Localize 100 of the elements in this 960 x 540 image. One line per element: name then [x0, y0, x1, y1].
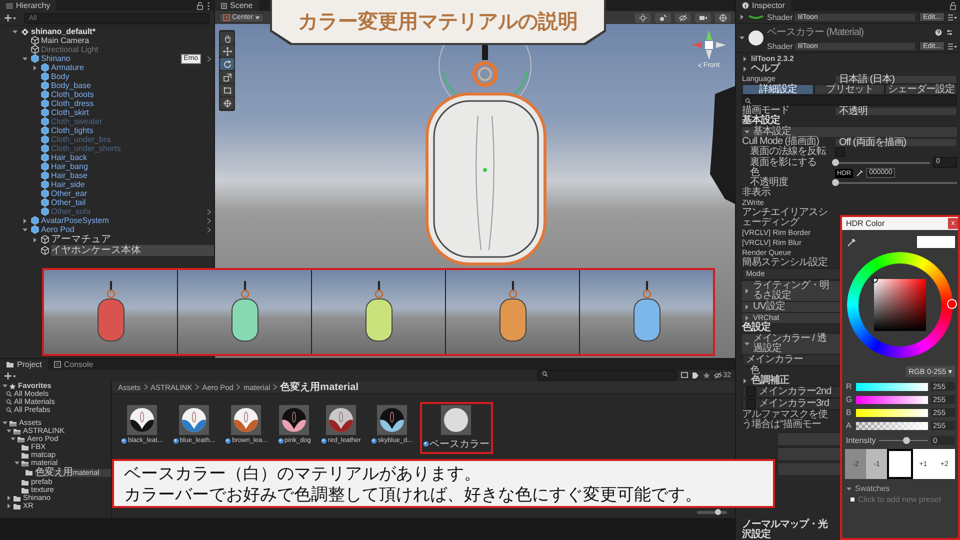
object-name[interactable]: アーマチュア	[51, 234, 214, 245]
checkbox[interactable]	[746, 387, 756, 397]
asset-tile[interactable]: ベースカラー	[420, 402, 492, 454]
object-name[interactable]: Main Camera	[41, 36, 214, 45]
settings-sliders-icon[interactable]	[946, 28, 953, 36]
color-handle[interactable]	[871, 276, 878, 283]
settings-tab[interactable]: 詳細設定	[742, 84, 814, 95]
object-name[interactable]: Other_tail	[51, 198, 214, 207]
channel-slider[interactable]	[856, 382, 928, 390]
collapse-arrow-icon[interactable]	[846, 486, 852, 492]
tool-button[interactable]	[220, 32, 234, 44]
object-name[interactable]: Body_base	[51, 81, 214, 90]
expand-arrow-icon[interactable]	[744, 304, 750, 310]
help-icon[interactable]	[935, 28, 942, 36]
dropdown-field[interactable]: 不透明	[835, 106, 957, 116]
collapse-arrow-icon[interactable]	[739, 35, 745, 41]
dropdown-field[interactable]: 日本語 (日本)	[835, 74, 957, 84]
lock-icon[interactable]	[950, 2, 956, 10]
object-name[interactable]: Hair_side	[51, 180, 214, 189]
collapse-arrow-icon[interactable]	[6, 428, 12, 434]
slider-thumb[interactable]	[832, 179, 839, 186]
object-name[interactable]: Cloth_skirt	[51, 108, 214, 117]
collapse-arrow-icon[interactable]	[12, 28, 18, 34]
slider-thumb[interactable]	[832, 158, 839, 166]
filter-icon[interactable]	[681, 372, 688, 379]
scene-tab[interactable]: Scene	[215, 0, 259, 11]
object-name[interactable]: Aero Pod	[41, 225, 205, 234]
lock-icon[interactable]	[197, 2, 203, 10]
hidden-eye-icon[interactable]	[679, 14, 687, 22]
expand-arrow-icon[interactable]	[742, 56, 748, 62]
add-menu-icon[interactable]	[4, 14, 16, 22]
expand-arrow-icon[interactable]	[6, 495, 12, 501]
collapse-arrow-icon[interactable]	[10, 436, 16, 442]
channel-slider[interactable]	[856, 396, 928, 404]
collapse-arrow-icon[interactable]	[22, 56, 28, 62]
inspector-tab[interactable]: Inspector	[736, 0, 791, 11]
object-name[interactable]: Hair_base	[51, 171, 214, 180]
exposure-swatch[interactable]	[887, 449, 913, 479]
foldout-label[interactable]: Swatches	[855, 484, 890, 493]
panel-tab[interactable]: Project	[0, 359, 48, 370]
tool-button[interactable]	[220, 71, 234, 83]
tool-button[interactable]	[220, 45, 234, 57]
channel-slider[interactable]	[856, 422, 928, 430]
object-name[interactable]: Cloth_boots	[51, 90, 214, 99]
list-menu-icon[interactable]	[948, 14, 957, 20]
star-icon[interactable]	[703, 372, 710, 379]
expand-arrow-icon[interactable]	[739, 14, 745, 20]
object-name[interactable]: Cloth_tights	[51, 126, 214, 135]
expand-arrow-icon[interactable]	[32, 64, 38, 70]
collapse-arrow-icon[interactable]	[22, 226, 28, 232]
channel-slider[interactable]	[856, 408, 928, 416]
eyedropper-icon[interactable]	[856, 170, 864, 176]
hierarchy-tab[interactable]: Hierarchy	[0, 0, 56, 11]
foldout-label[interactable]: 色調補正	[751, 376, 841, 386]
object-name[interactable]: Hair_back	[51, 153, 214, 162]
settings-tab[interactable]: シェーダー設定	[885, 84, 958, 95]
list-menu-icon[interactable]	[948, 42, 957, 50]
gizmo-icon[interactable]	[719, 14, 727, 22]
add-menu-icon[interactable]	[4, 372, 16, 380]
foldout-label[interactable]: ヘルプ	[751, 64, 841, 74]
object-name[interactable]: AvatarPoseSystem	[41, 216, 205, 225]
object-name[interactable]: Other_ear	[51, 189, 214, 198]
expand-arrow-icon[interactable]	[742, 66, 748, 72]
light-icon[interactable]	[639, 14, 647, 22]
chevron-right-icon[interactable]	[207, 218, 211, 224]
zoom-slider-thumb[interactable]	[715, 509, 721, 515]
more-options-icon[interactable]	[207, 2, 210, 10]
breadcrumb-link[interactable]: 色変え用material	[280, 380, 359, 394]
slider-thumb[interactable]	[902, 437, 910, 444]
object-name[interactable]: Shinano	[41, 54, 179, 63]
tool-button[interactable]	[220, 97, 234, 109]
chevron-right-icon[interactable]	[207, 56, 211, 62]
checkbox[interactable]	[835, 147, 845, 157]
eyedropper-icon[interactable]	[847, 238, 856, 246]
object-name[interactable]: Cloth_dress	[51, 99, 214, 108]
collapse-arrow-icon[interactable]	[2, 420, 8, 426]
expand-arrow-icon[interactable]	[22, 218, 28, 224]
collapse-arrow-icon[interactable]	[744, 129, 750, 135]
chevron-right-icon[interactable]	[207, 226, 211, 232]
checkbox[interactable]	[746, 399, 756, 409]
expand-arrow-icon[interactable]	[744, 288, 750, 294]
collapse-arrow-icon[interactable]	[2, 383, 8, 389]
object-name[interactable]: Hair_bang	[51, 162, 214, 171]
hue-handle[interactable]	[947, 299, 957, 309]
expand-arrow-icon[interactable]	[744, 315, 750, 321]
tool-button[interactable]	[220, 84, 234, 96]
tag-icon[interactable]	[692, 372, 700, 379]
collapse-arrow-icon[interactable]	[744, 341, 750, 347]
object-name[interactable]: Body	[51, 72, 214, 81]
search-field[interactable]	[537, 370, 678, 381]
search-field[interactable]	[742, 95, 957, 106]
dropdown-field[interactable]: Off (両面を描画)	[835, 138, 957, 146]
object-name[interactable]: イヤホンケース本体	[51, 245, 214, 256]
tool-button[interactable]	[220, 58, 234, 70]
saturation-value-square[interactable]	[874, 279, 926, 331]
object-name[interactable]: Armature	[51, 63, 214, 72]
collapse-arrow-icon[interactable]	[14, 460, 20, 466]
expand-arrow-icon[interactable]	[742, 378, 748, 384]
expand-arrow-icon[interactable]	[32, 236, 38, 242]
expand-arrow-icon[interactable]	[6, 503, 12, 509]
